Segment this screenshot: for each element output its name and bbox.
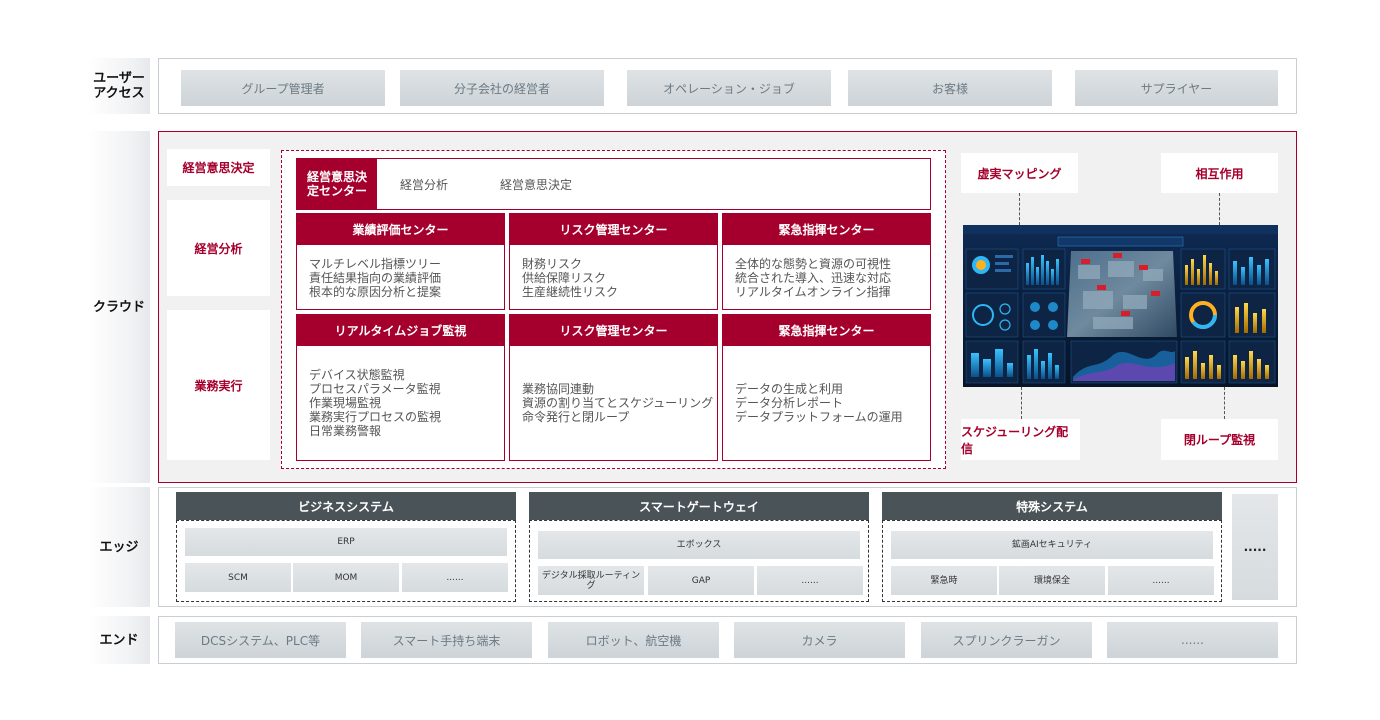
edge-item: SCM	[185, 563, 291, 592]
center-card-body: デバイス状態監視 プロセスパラメータ監視 作業現場監視 業務実行プロセスの監視 …	[309, 368, 498, 438]
connector-line	[1219, 193, 1220, 225]
edge-item: 鉱画AIセキュリティ	[891, 531, 1213, 559]
center-card-line: 根本的な原因分析と提案	[309, 285, 442, 299]
edge-item: GAP	[648, 566, 754, 595]
center-card-line: データプラットフォームの運用	[735, 410, 903, 424]
edge-item: 環境保全	[999, 566, 1105, 595]
center-card-line: プロセスパラメータ監視	[309, 382, 441, 396]
center-card: 緊急指揮センター 全体的な態勢と資源の可視性 統合された導入、迅速な対応 リアル…	[722, 213, 931, 310]
layer-label-edge: エッジ	[88, 487, 150, 607]
layer-label-cloud: クラウド	[88, 131, 150, 483]
center-card-body: 全体的な態勢と資源の可視性 統合された導入、迅速な対応 リアルタイムオンライン指…	[735, 257, 924, 299]
tab-analysis[interactable]: 経営分析	[400, 159, 448, 209]
right-card-interaction: 相互作用	[1161, 153, 1278, 193]
dashboard-screenshot	[963, 225, 1278, 387]
center-card-body: マルチレベル指標ツリー 責任結果指向の業績評価 根本的な原因分析と提案	[309, 257, 498, 299]
center-card-line: 責任結果指向の業績評価	[309, 271, 442, 285]
edge-item: デジタル採取ルーティング	[538, 566, 644, 595]
layer-label-edge-text: エッジ	[99, 539, 139, 555]
center-card-title: リスク管理センター	[510, 214, 717, 245]
left-card-decision: 経営意思決定	[167, 149, 270, 186]
user-access-item: サプライヤー	[1075, 70, 1278, 106]
center-card-line: 全体的な態勢と資源の可視性	[735, 257, 892, 271]
center-card-line: デバイス状態監視	[309, 368, 405, 382]
center-card-line: データ分析レポート	[735, 396, 844, 410]
center-card-line: 作業現場監視	[309, 396, 382, 410]
center-card-line: 命令発行と閉ループ	[522, 410, 630, 424]
center-card: リスク管理センター 財務リスク 供給保障リスク 生産継続性リスク	[509, 213, 718, 310]
center-card-line: 業務協同連動	[522, 382, 595, 396]
edge-group: ビジネスシステム ERP SCM MOM ......	[176, 492, 516, 602]
connector-line	[1021, 387, 1022, 419]
edge-group-title: 特殊システム	[882, 492, 1222, 520]
user-access-item: オペレーション・ジョブ	[627, 70, 831, 106]
center-card-title: リアルタイムジョブ監視	[297, 315, 504, 346]
edge-item: ERP	[185, 528, 507, 556]
center-card-line: 生産継続性リスク	[522, 285, 619, 299]
edge-item: MOM	[293, 563, 399, 592]
layer-label-cloud-text: クラウド	[92, 299, 145, 315]
edge-item: ......	[402, 563, 508, 592]
center-card-title: 緊急指揮センター	[723, 315, 930, 346]
connector-line	[1019, 193, 1020, 225]
center-card-line: マルチレベル指標ツリー	[309, 257, 442, 271]
right-card-scheduling: スケジューリング配信	[961, 419, 1080, 460]
layer-label-user-access: ユーザー アクセス	[88, 58, 150, 114]
layer-label-end: エンド	[88, 616, 150, 664]
center-card-line: データの生成と利用	[735, 382, 844, 396]
dashboard-illustration	[963, 225, 1278, 387]
center-tab-bar: 経営意思決定センター 経営分析 経営意思決定	[296, 158, 931, 210]
connector-line	[1224, 387, 1225, 419]
edge-group-title: ビジネスシステム	[176, 492, 516, 520]
center-card: リアルタイムジョブ監視 デバイス状態監視 プロセスパラメータ監視 作業現場監視 …	[296, 314, 505, 461]
right-card-closed-loop: 閉ループ監視	[1161, 419, 1278, 460]
end-item: ......	[1107, 622, 1278, 658]
tab-decision-center[interactable]: 経営意思決定センター	[297, 159, 377, 209]
center-card-line: 供給保障リスク	[522, 271, 607, 285]
center-card: 業績評価センター マルチレベル指標ツリー 責任結果指向の業績評価 根本的な原因分…	[296, 213, 505, 310]
center-card-body: 財務リスク 供給保障リスク 生産継続性リスク	[522, 257, 711, 299]
edge-item: 緊急時	[891, 566, 997, 595]
center-card: 緊急指揮センター データの生成と利用 データ分析レポート データプラットフォーム…	[722, 314, 931, 461]
end-item: カメラ	[734, 622, 905, 658]
center-card-line: リアルタイムオンライン指揮	[735, 285, 891, 299]
end-item: ロボット、航空機	[548, 622, 719, 658]
layer-label-end-text: エンド	[99, 632, 139, 648]
center-card-body: データの生成と利用 データ分析レポート データプラットフォームの運用	[735, 382, 924, 424]
edge-group-frame: エボックス デジタル採取ルーティング GAP ......	[529, 520, 869, 602]
center-card-line: 統合された導入、迅速な対応	[735, 271, 892, 285]
tab-decision[interactable]: 経営意思決定	[500, 159, 572, 209]
user-access-item: グループ管理者	[181, 70, 385, 106]
user-access-item: お客様	[848, 70, 1052, 106]
center-card-body: 業務協同連動 資源の割り当てとスケジューリング 命令発行と閉ループ	[522, 382, 714, 424]
end-item: DCSシステム、PLC等	[175, 622, 346, 658]
center-card: リスク管理センター 業務協同連動 資源の割り当てとスケジューリング 命令発行と閉…	[509, 314, 718, 461]
center-card-line: 日常業務警報	[309, 424, 382, 438]
center-card-line: 業務実行プロセスの監視	[309, 410, 442, 424]
user-access-item: 分子会社の経営者	[400, 70, 604, 106]
layer-label-user-access-text: ユーザー アクセス	[93, 71, 145, 101]
edge-group-title: スマートゲートウェイ	[529, 492, 869, 520]
end-item: スプリンクラーガン	[921, 622, 1092, 658]
edge-group-frame: ERP SCM MOM ......	[176, 520, 516, 602]
edge-item: ......	[1108, 566, 1214, 595]
edge-more: .....	[1232, 494, 1278, 600]
center-card-line: 資源の割り当てとスケジューリング	[522, 396, 714, 410]
edge-group: 特殊システム 鉱画AIセキュリティ 緊急時 環境保全 ......	[882, 492, 1222, 602]
edge-group-frame: 鉱画AIセキュリティ 緊急時 環境保全 ......	[882, 520, 1222, 602]
edge-item: ......	[757, 566, 863, 595]
edge-item: エボックス	[538, 531, 860, 559]
center-card-title: 緊急指揮センター	[723, 214, 930, 245]
edge-group: スマートゲートウェイ エボックス デジタル採取ルーティング GAP ......	[529, 492, 869, 602]
center-card-title: リスク管理センター	[510, 315, 717, 346]
left-card-execution: 業務実行	[167, 310, 270, 460]
left-card-analysis: 経営分析	[167, 200, 270, 296]
center-card-title: 業績評価センター	[297, 214, 504, 245]
center-card-line: 財務リスク	[522, 257, 583, 271]
end-item: スマート手持ち端末	[361, 622, 532, 658]
right-card-virtual-mapping: 虚実マッピング	[961, 153, 1078, 193]
